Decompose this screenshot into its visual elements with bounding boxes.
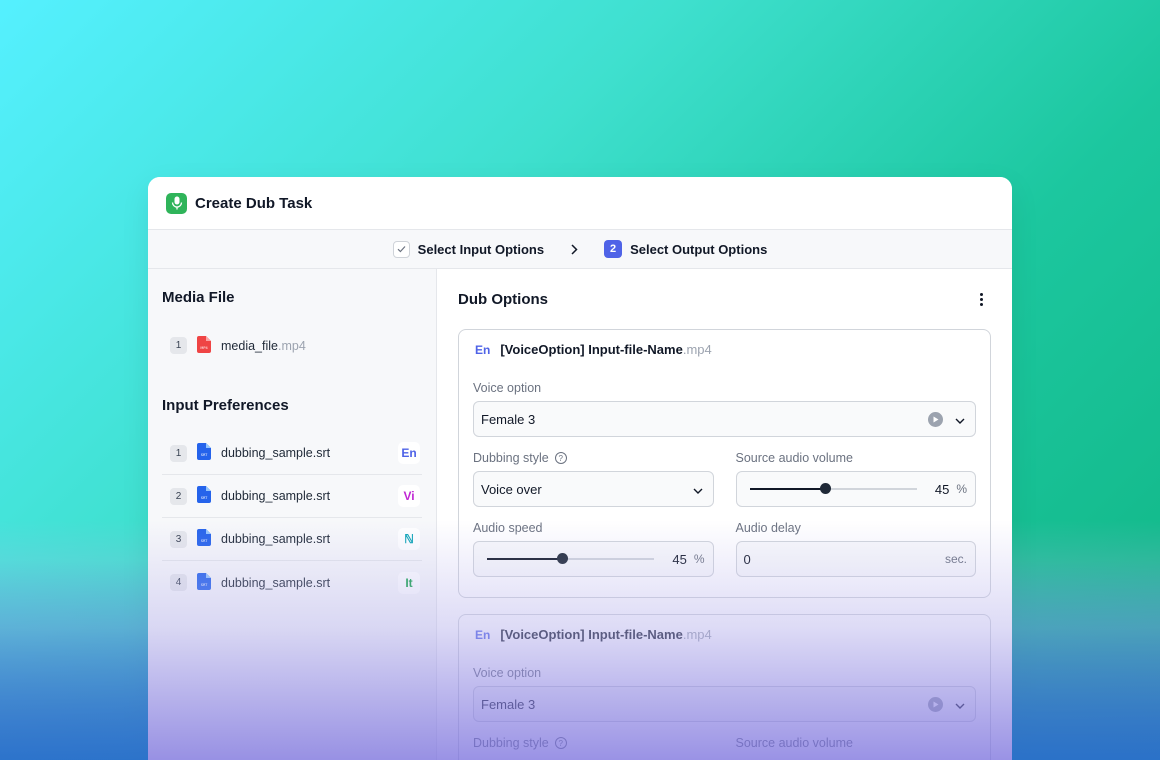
- source-audio-volume-label: Source audio volume: [735, 736, 853, 750]
- chevron-down-icon: [955, 697, 965, 712]
- svg-text:MP4: MP4: [200, 346, 208, 350]
- chevron-right-icon: [570, 243, 578, 255]
- stepper: Select Input Options 2 Select Output Opt…: [148, 229, 1012, 269]
- slider-thumb[interactable]: [557, 553, 569, 564]
- svg-text:SRT: SRT: [201, 539, 208, 543]
- audio-speed-label: Audio speed: [473, 521, 543, 535]
- row-index: 3: [170, 530, 187, 548]
- srt-file-icon: SRT: [197, 486, 211, 506]
- chevron-down-icon: [693, 482, 703, 497]
- help-icon[interactable]: ?: [554, 737, 567, 749]
- step-label: Select Output Options: [630, 241, 768, 257]
- voice-option-label: Voice option: [473, 666, 542, 680]
- dub-option-card: En [VoiceOption] Input-file-Name.mp4 Voi…: [458, 329, 991, 598]
- preferences-list: 1 SRT dubbing_sample.srt En 2 SRT dubbin…: [162, 432, 422, 604]
- list-item[interactable]: 4 SRT dubbing_sample.srt It: [162, 561, 422, 604]
- audio-delay-input[interactable]: 0 sec.: [735, 541, 976, 577]
- card-title: [VoiceOption] Input-file-Name.mp4: [500, 342, 712, 357]
- language-badge: It: [398, 571, 420, 594]
- list-item[interactable]: 3 SRT dubbing_sample.srt ℕ: [162, 518, 422, 561]
- list-item[interactable]: 2 SRT dubbing_sample.srt Vi: [162, 475, 422, 518]
- more-vertical-icon[interactable]: [971, 289, 991, 309]
- left-panel: Media File 1 MP4 media_file.mp4 Input Pr…: [148, 269, 437, 760]
- voice-option-select[interactable]: Female 3: [473, 401, 976, 437]
- gradient-overlay-right: [1012, 560, 1160, 760]
- voice-option-label: Voice option: [473, 381, 542, 395]
- file-name: dubbing_sample.srt: [221, 532, 331, 546]
- slider-track[interactable]: [487, 553, 655, 564]
- slider-thumb[interactable]: [819, 483, 831, 494]
- step-label: Select Input Options: [417, 241, 545, 257]
- slider-value: 45: [672, 551, 687, 567]
- dub-option-card: En [VoiceOption] Input-file-Name.mp4 Voi…: [458, 614, 991, 760]
- audio-delay-label: Audio delay: [735, 521, 801, 535]
- svg-text:SRT: SRT: [201, 583, 208, 587]
- play-icon[interactable]: [928, 696, 943, 712]
- chevron-down-icon: [955, 412, 965, 427]
- step-select-output[interactable]: 2 Select Output Options: [604, 240, 767, 258]
- language-tag: En: [475, 627, 491, 642]
- dub-options-title: Dub Options: [458, 290, 548, 308]
- check-icon: [392, 240, 410, 258]
- media-file-title: Media File: [162, 289, 235, 306]
- file-name: dubbing_sample.srt: [221, 446, 331, 460]
- file-name: dubbing_sample.srt: [221, 489, 331, 503]
- unit: sec.: [944, 552, 967, 566]
- media-file-row[interactable]: 1 MP4 media_file.mp4: [162, 324, 422, 367]
- step-select-input[interactable]: Select Input Options: [392, 240, 545, 258]
- selected-value: Female 3: [481, 696, 536, 712]
- row-index: 2: [170, 487, 187, 505]
- source-audio-volume-slider[interactable]: 45 %: [735, 471, 976, 507]
- language-badge: En: [398, 442, 420, 464]
- unit: %: [693, 552, 705, 566]
- selected-value: Female 3: [481, 411, 536, 427]
- unit: %: [956, 482, 967, 496]
- language-badge: Vi: [398, 485, 420, 507]
- srt-file-icon: SRT: [197, 529, 211, 549]
- microphone-icon: [166, 192, 187, 214]
- gradient-overlay-left: [0, 560, 148, 760]
- language-tag: En: [475, 342, 491, 357]
- file-name: dubbing_sample.srt: [221, 575, 331, 590]
- file-name: media_file.mp4: [221, 338, 306, 353]
- card-title: [VoiceOption] Input-file-Name.mp4: [500, 627, 712, 642]
- dub-options-panel: Dub Options En [VoiceOption] Input-file-…: [437, 269, 1012, 760]
- row-index: 1: [170, 337, 187, 354]
- step-number: 2: [604, 240, 623, 258]
- play-icon[interactable]: [928, 411, 943, 427]
- titlebar: Create Dub Task: [148, 177, 1012, 229]
- selected-value: Voice over: [481, 481, 542, 497]
- create-dub-task-window: Create Dub Task Select Input Options 2 S…: [148, 177, 1012, 760]
- voice-option-select[interactable]: Female 3: [473, 686, 976, 722]
- row-index: 1: [170, 444, 187, 462]
- language-badge: ℕ: [398, 528, 420, 550]
- dubbing-style-select[interactable]: Voice over: [473, 471, 714, 507]
- dubbing-style-label: Dubbing style ?: [473, 736, 714, 750]
- help-icon[interactable]: ?: [554, 452, 567, 464]
- row-index: 4: [170, 574, 187, 591]
- audio-speed-slider[interactable]: 45 %: [473, 541, 714, 577]
- list-item[interactable]: 1 SRT dubbing_sample.srt En: [162, 432, 422, 475]
- slider-value: 45: [934, 481, 950, 497]
- slider-track[interactable]: [749, 483, 917, 494]
- source-audio-volume-label: Source audio volume: [735, 451, 853, 465]
- input-preferences-title: Input Preferences: [162, 397, 289, 414]
- window-title: Create Dub Task: [195, 194, 313, 212]
- mp4-file-icon: MP4: [197, 335, 211, 356]
- svg-text:SRT: SRT: [201, 453, 208, 457]
- input-value: 0: [743, 551, 751, 567]
- srt-file-icon: SRT: [197, 572, 211, 593]
- srt-file-icon: SRT: [197, 443, 211, 463]
- svg-text:SRT: SRT: [201, 496, 208, 500]
- dubbing-style-label: Dubbing style ?: [473, 451, 714, 465]
